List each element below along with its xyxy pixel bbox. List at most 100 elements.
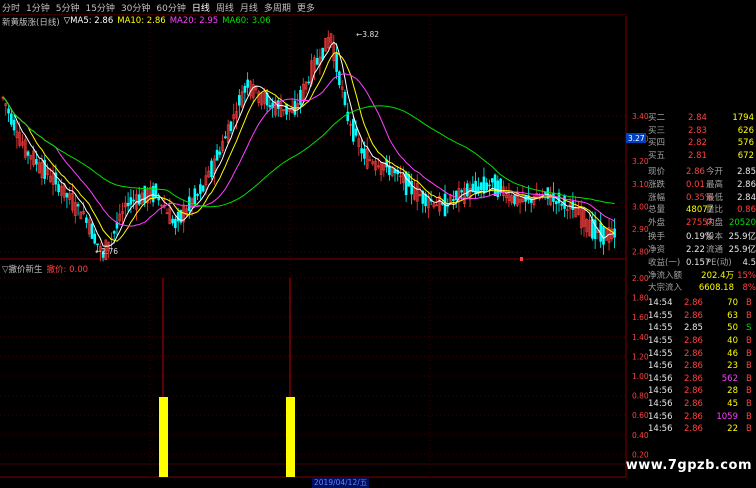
candle-body bbox=[554, 201, 558, 205]
candle-body bbox=[132, 199, 135, 202]
bid-row-0: 买二 2.84 1794 bbox=[648, 113, 754, 123]
candle-body bbox=[465, 183, 469, 197]
candle-body bbox=[126, 202, 130, 207]
candle-body bbox=[199, 184, 202, 194]
candle-body bbox=[354, 128, 358, 136]
cursor-date-label: 2019/04/12/五 bbox=[312, 477, 370, 488]
candle-body bbox=[90, 223, 94, 239]
stat-row-2: 涨幅 0.35% 最低 2.84 bbox=[648, 192, 756, 203]
current-price-tag: 3.27 bbox=[626, 133, 646, 143]
candle-body bbox=[571, 201, 575, 210]
candle-body bbox=[338, 71, 341, 86]
watermark: www.7gpzb.com bbox=[625, 458, 752, 473]
candle-body bbox=[157, 197, 160, 201]
candle-body bbox=[482, 176, 486, 194]
candle-body bbox=[243, 85, 247, 93]
quote-panel: 买二 2.84 1794 买三 2.83 626 买四 2.82 576 买五 2.81 672 现价 2… bbox=[646, 113, 756, 487]
candle-body bbox=[215, 149, 219, 161]
candle-body bbox=[513, 195, 516, 205]
flow-row-0: 净流入额 202.4万 15% bbox=[648, 271, 756, 282]
candle-body bbox=[285, 103, 288, 115]
candle-body bbox=[210, 160, 213, 177]
tick-row-6: 14:56 2.86 562 B bbox=[648, 373, 752, 384]
stat-row-4: 外盘 27557 内盘 20520 bbox=[648, 217, 756, 228]
indicator-legend: ▽撤价新生 撤价: 0.00 bbox=[2, 263, 88, 275]
tick-row-5: 14:56 2.86 23 B bbox=[648, 361, 752, 372]
tick-row-9: 14:56 2.86 1059 B bbox=[648, 411, 752, 422]
candle-body bbox=[176, 211, 180, 222]
candle-body bbox=[35, 159, 38, 165]
tick-row-0: 14:54 2.86 70 B bbox=[648, 298, 752, 309]
moving-average-layer bbox=[2, 41, 615, 247]
candle-body bbox=[12, 119, 16, 131]
candle-body bbox=[307, 81, 311, 84]
candle-body bbox=[85, 217, 88, 223]
indicator-legend-item-1: 撤价: 0.00 bbox=[46, 265, 89, 275]
candle-body bbox=[360, 148, 363, 154]
grid-layer bbox=[0, 16, 627, 478]
candle-body bbox=[363, 148, 366, 159]
candle-body bbox=[129, 197, 133, 205]
stat-row-1: 涨跌 0.01 最高 2.86 bbox=[648, 180, 756, 190]
ma20-line bbox=[2, 73, 615, 227]
candle-body bbox=[268, 105, 272, 108]
tick-row-3: 14:55 2.86 40 B bbox=[648, 336, 752, 346]
candle-body bbox=[560, 203, 564, 206]
stat-row-3: 总量 48077 量比 0.86 bbox=[648, 205, 756, 216]
date-axis: 2019/04/12/五 bbox=[0, 477, 626, 488]
candle-body bbox=[201, 185, 205, 192]
candle-body bbox=[488, 184, 491, 187]
candle-body bbox=[112, 231, 116, 234]
chart-canvas: ←3.82←2.76 3.403.303.203.103.002.902.803… bbox=[0, 16, 649, 478]
signal-bar-1 bbox=[286, 397, 295, 477]
candle-body bbox=[7, 108, 10, 114]
ma5-line bbox=[2, 41, 615, 247]
bid-row-1: 买三 2.83 626 bbox=[648, 125, 754, 136]
low-price-label: ←2.76 bbox=[95, 247, 118, 256]
tick-row-1: 14:55 2.86 63 B bbox=[648, 310, 752, 321]
candle-body bbox=[452, 199, 455, 202]
candle-body bbox=[76, 204, 80, 207]
tick-row-4: 14:55 2.86 46 B bbox=[648, 348, 752, 359]
candle-body bbox=[218, 151, 222, 155]
marker-tick bbox=[520, 257, 523, 261]
candle-body bbox=[460, 190, 464, 193]
candle-body bbox=[229, 121, 233, 131]
bid-row-2: 买四 2.82 576 bbox=[648, 138, 754, 149]
indicator-layer bbox=[159, 278, 295, 477]
candle-body bbox=[493, 174, 497, 196]
candle-body bbox=[96, 243, 99, 246]
tick-row-8: 14:56 2.86 45 B bbox=[648, 399, 752, 409]
candle-body bbox=[26, 151, 30, 156]
candle-body bbox=[479, 182, 483, 191]
candle-body bbox=[238, 95, 241, 106]
candle-body bbox=[410, 180, 413, 195]
candle-body bbox=[196, 193, 199, 196]
candle-body bbox=[602, 226, 605, 245]
candle-body bbox=[315, 58, 319, 65]
stat-row-7: 收益(一) 0.157 PE(动) 4.5 bbox=[648, 257, 756, 268]
tick-row-10: 14:56 2.86 22 B bbox=[648, 424, 752, 435]
candle-body bbox=[187, 196, 191, 212]
candle-body bbox=[454, 190, 458, 201]
stat-row-6: 净资 2.22 流通 25.9亿 bbox=[648, 245, 756, 255]
candle-body bbox=[171, 218, 174, 224]
candle-body bbox=[490, 178, 494, 183]
candle-body bbox=[299, 89, 302, 105]
high-price-label: ←3.82 bbox=[356, 30, 379, 39]
candle-body bbox=[471, 183, 475, 192]
signal-bar-0 bbox=[159, 397, 168, 477]
candle-body bbox=[193, 188, 197, 205]
candle-body bbox=[321, 47, 325, 60]
tick-row-7: 14:56 2.86 28 B bbox=[648, 386, 752, 397]
candle-body bbox=[485, 182, 489, 191]
candle-body bbox=[224, 136, 227, 139]
candle-body bbox=[93, 233, 97, 244]
stat-row-5: 换手 0.19% 股本 25.9亿 bbox=[648, 232, 756, 243]
candle-body bbox=[10, 113, 13, 125]
candle-body bbox=[343, 91, 347, 106]
candle-body bbox=[543, 192, 547, 194]
tick-row-2: 14:55 2.85 50 S bbox=[648, 323, 752, 334]
current-price-text: 3.27 bbox=[628, 134, 645, 143]
candle-body bbox=[404, 171, 408, 196]
